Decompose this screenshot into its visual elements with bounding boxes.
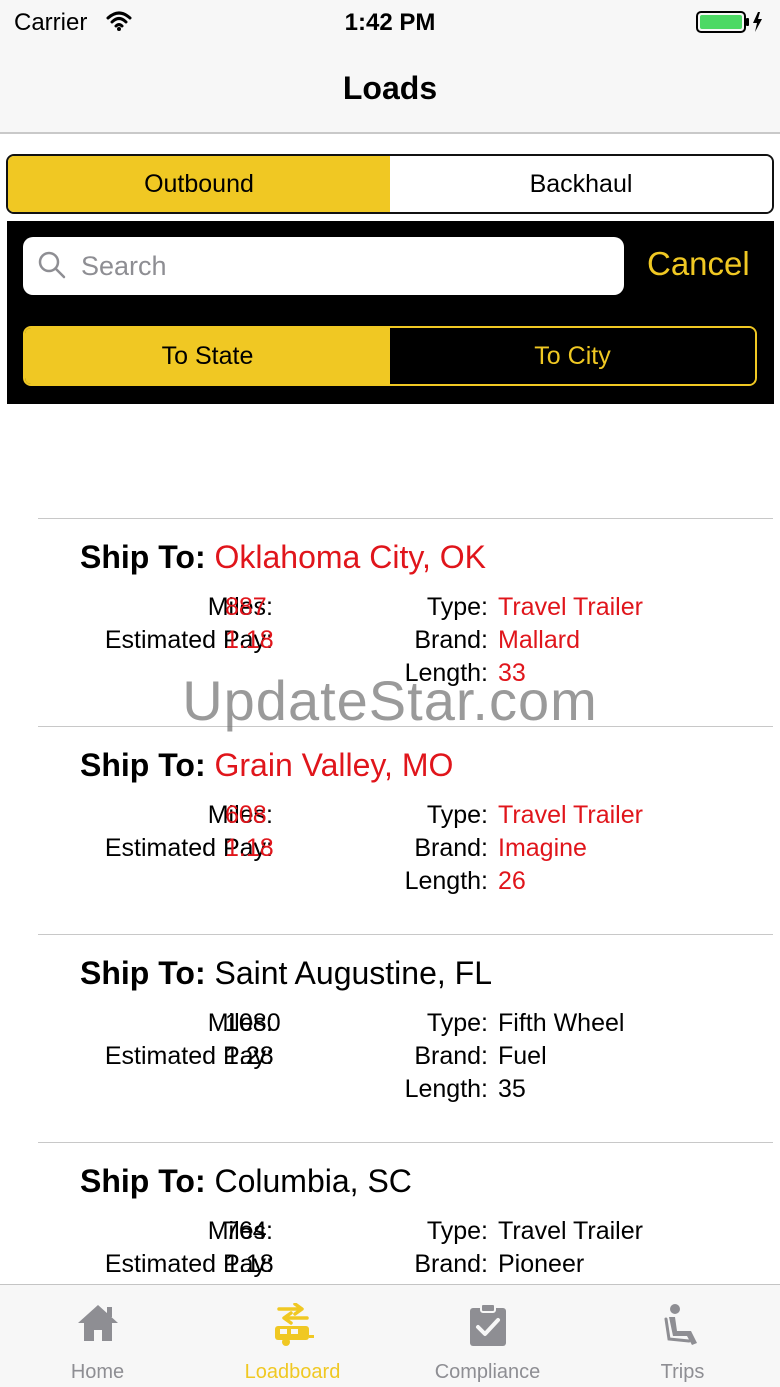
length-value: 35 bbox=[498, 1075, 526, 1103]
page-title: Loads bbox=[342, 70, 438, 106]
ship-to-label: Ship To: bbox=[80, 747, 206, 783]
type-label: Type: bbox=[426, 593, 488, 621]
length-value: 33 bbox=[498, 659, 526, 687]
tab-trips-label: Trips bbox=[660, 1361, 705, 1383]
loadboard-icon bbox=[271, 1302, 315, 1352]
cancel-button[interactable]: Cancel bbox=[647, 245, 750, 283]
type-value: Travel Trailer bbox=[498, 801, 643, 829]
estimated-pay-value: 1.28 bbox=[225, 1042, 274, 1070]
clipboard-check-icon bbox=[468, 1303, 508, 1352]
status-bar: Carrier 1:42 PM bbox=[0, 0, 780, 44]
brand-value: Mallard bbox=[498, 626, 580, 654]
ship-to-value: Columbia, SC bbox=[214, 1163, 412, 1199]
battery-icon bbox=[696, 10, 766, 39]
segment-outbound[interactable]: Outbound bbox=[8, 156, 390, 212]
brand-value: Imagine bbox=[498, 834, 587, 862]
loads-list: Ship To: Oklahoma City, OK Miles: 887 Es… bbox=[0, 518, 780, 1350]
brand-label: Brand: bbox=[414, 1042, 488, 1070]
type-value: Travel Trailer bbox=[498, 1217, 643, 1245]
search-input[interactable] bbox=[81, 247, 611, 285]
tab-trips[interactable]: Trips bbox=[585, 1285, 780, 1387]
length-label: Length: bbox=[404, 1075, 488, 1103]
length-label: Length: bbox=[404, 867, 488, 895]
brand-label: Brand: bbox=[414, 834, 488, 862]
tab-bar: Home Loadboard Compliance Trips bbox=[0, 1284, 780, 1387]
status-time: 1:42 PM bbox=[344, 9, 436, 36]
tab-loadboard-label: Loadboard bbox=[244, 1361, 341, 1383]
seat-icon bbox=[663, 1303, 703, 1352]
load-row[interactable]: Ship To: Grain Valley, MO Miles: 608 Est… bbox=[38, 726, 773, 934]
length-value: 26 bbox=[498, 867, 526, 895]
navigation-bar: Loads bbox=[0, 44, 780, 134]
length-label: Length: bbox=[404, 659, 488, 687]
ship-to-label: Ship To: bbox=[80, 1163, 206, 1199]
ship-to-line: Ship To: Grain Valley, MO bbox=[80, 747, 453, 784]
search-icon bbox=[37, 250, 67, 285]
ship-to-line: Ship To: Saint Augustine, FL bbox=[80, 955, 492, 992]
tab-compliance-label: Compliance bbox=[434, 1361, 541, 1383]
estimated-pay-value: 1.18 bbox=[225, 626, 274, 654]
brand-label: Brand: bbox=[414, 1250, 488, 1278]
brand-value: Pioneer bbox=[498, 1250, 585, 1278]
direction-segmented-control: Outbound Backhaul bbox=[6, 154, 774, 214]
type-value: Fifth Wheel bbox=[498, 1009, 625, 1037]
type-label: Type: bbox=[426, 801, 488, 829]
tab-home-label: Home bbox=[70, 1361, 125, 1383]
load-row[interactable]: Ship To: Oklahoma City, OK Miles: 887 Es… bbox=[38, 518, 773, 726]
segment-to-city[interactable]: To City bbox=[390, 328, 755, 384]
ship-to-value: Oklahoma City, OK bbox=[214, 539, 486, 575]
ship-to-label: Ship To: bbox=[80, 539, 206, 575]
ship-to-value: Saint Augustine, FL bbox=[214, 955, 492, 991]
tab-loadboard[interactable]: Loadboard bbox=[195, 1285, 390, 1387]
home-icon bbox=[76, 1303, 120, 1348]
miles-value: 887 bbox=[225, 593, 267, 621]
miles-value: 1080 bbox=[225, 1009, 281, 1037]
segment-to-state[interactable]: To State bbox=[25, 328, 390, 384]
type-label: Type: bbox=[426, 1217, 488, 1245]
scope-segmented-control: To State To City bbox=[23, 326, 757, 386]
type-value: Travel Trailer bbox=[498, 593, 643, 621]
tab-home[interactable]: Home bbox=[0, 1285, 195, 1387]
type-label: Type: bbox=[426, 1009, 488, 1037]
ship-to-value: Grain Valley, MO bbox=[214, 747, 454, 783]
estimated-pay-value: 1.18 bbox=[225, 1250, 274, 1278]
miles-value: 764 bbox=[225, 1217, 267, 1245]
tab-compliance[interactable]: Compliance bbox=[390, 1285, 585, 1387]
ship-to-label: Ship To: bbox=[80, 955, 206, 991]
estimated-pay-value: 1.18 bbox=[225, 834, 274, 862]
ship-to-line: Ship To: Columbia, SC bbox=[80, 1163, 412, 1200]
search-panel: Cancel To State To City bbox=[7, 221, 774, 404]
load-row[interactable]: Ship To: Saint Augustine, FL Miles: 1080… bbox=[38, 934, 773, 1142]
ship-to-line: Ship To: Oklahoma City, OK bbox=[80, 539, 486, 576]
search-box[interactable] bbox=[23, 237, 624, 295]
brand-value: Fuel bbox=[498, 1042, 547, 1070]
miles-value: 608 bbox=[225, 801, 267, 829]
segment-backhaul[interactable]: Backhaul bbox=[390, 156, 772, 212]
brand-label: Brand: bbox=[414, 626, 488, 654]
